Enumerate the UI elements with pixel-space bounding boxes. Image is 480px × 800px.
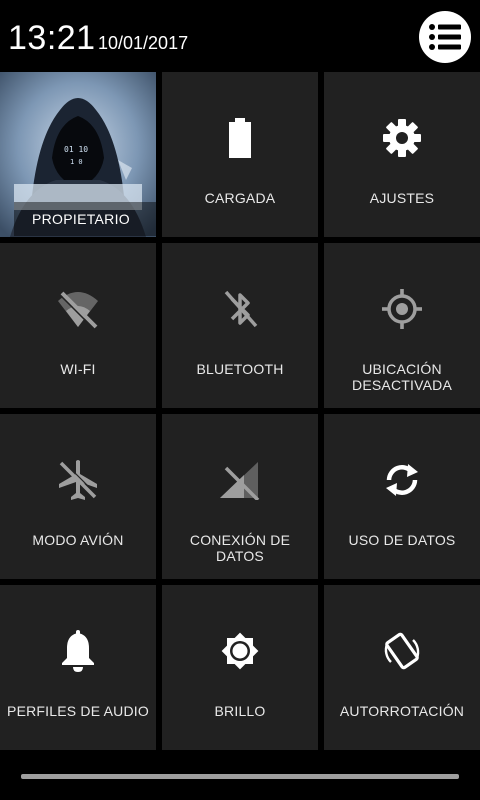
location-icon <box>382 289 422 329</box>
tile-battery[interactable]: CARGADA <box>162 72 318 237</box>
tile-data-usage-label: USO DE DATOS <box>348 532 456 548</box>
tile-brightness[interactable]: BRILLO <box>162 585 318 750</box>
svg-text:1 0: 1 0 <box>70 158 83 166</box>
tile-audio-profiles-label: PERFILES DE AUDIO <box>7 703 149 719</box>
tile-wifi[interactable]: WI-FI <box>0 243 156 408</box>
tile-wifi-label: WI-FI <box>60 361 96 377</box>
list-menu-icon <box>429 24 461 50</box>
clock-time: 13:21 <box>8 19 96 57</box>
tile-mobile-data-label: CONEXIÓN DE DATOS <box>189 532 291 564</box>
tile-brightness-label: BRILLO <box>214 703 266 719</box>
sync-icon <box>386 464 418 496</box>
screen-rotation-icon <box>384 632 420 670</box>
brightness-icon <box>221 632 259 670</box>
tile-airplane-label: MODO AVIÓN <box>32 532 124 548</box>
tile-settings-label: AJUSTES <box>369 190 435 206</box>
airplane-icon <box>59 460 98 500</box>
tile-airplane[interactable]: MODO AVIÓN <box>0 414 156 579</box>
bell-icon <box>62 630 94 672</box>
svg-text:01 10: 01 10 <box>64 145 88 154</box>
tile-data-usage[interactable]: USO DE DATOS <box>324 414 480 579</box>
tile-autorotate[interactable]: AUTORROTACIÓN <box>324 585 480 750</box>
tile-mobile-data[interactable]: CONEXIÓN DE DATOS <box>162 414 318 579</box>
wifi-off-icon <box>58 291 98 329</box>
clock-date: 10/01/2017 <box>98 33 189 53</box>
tile-bluetooth-label: BLUETOOTH <box>196 361 284 377</box>
bottom-bar <box>0 752 480 800</box>
status-header: 13:21 10/01/2017 <box>0 0 480 72</box>
tile-owner-label: PROPIETARIO <box>14 202 156 236</box>
drag-handle[interactable] <box>21 774 459 779</box>
tile-location[interactable]: UBICACIÓN DESACTIVADA <box>324 243 480 408</box>
tile-owner[interactable]: 01 10 1 0 PROPIETARIO <box>0 72 156 237</box>
tile-autorotate-label: AUTORROTACIÓN <box>339 703 465 719</box>
tile-bluetooth[interactable]: BLUETOOTH <box>162 243 318 408</box>
tile-settings[interactable]: AJUSTES <box>324 72 480 237</box>
bluetooth-off-icon <box>224 290 258 328</box>
tile-battery-label: CARGADA <box>204 190 276 206</box>
tile-audio-profiles[interactable]: PERFILES DE AUDIO <box>0 585 156 750</box>
menu-button[interactable] <box>419 11 471 63</box>
mobile-data-off-icon <box>220 462 260 500</box>
battery-full-icon <box>229 118 251 158</box>
tile-location-label: UBICACIÓN DESACTIVADA <box>352 361 452 393</box>
gear-icon <box>383 119 421 157</box>
